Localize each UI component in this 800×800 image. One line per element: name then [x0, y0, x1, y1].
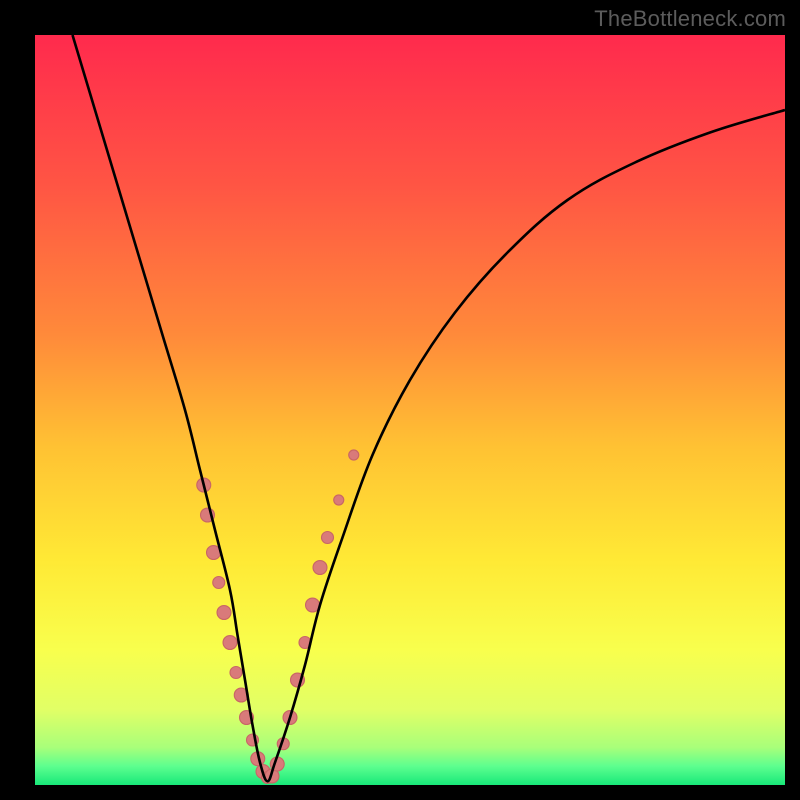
marker-dot — [313, 561, 327, 575]
marker-dot — [213, 577, 225, 589]
data-markers — [197, 450, 359, 784]
plot-area — [35, 35, 785, 785]
marker-dot — [349, 450, 359, 460]
marker-dot — [217, 606, 231, 620]
watermark-text: TheBottleneck.com — [594, 6, 786, 32]
marker-dot — [334, 495, 344, 505]
chart-frame: TheBottleneck.com — [0, 0, 800, 800]
marker-dot — [230, 667, 242, 679]
marker-dot — [322, 532, 334, 544]
marker-dot — [223, 636, 237, 650]
curve-layer — [35, 35, 785, 785]
bottleneck-curve — [73, 35, 786, 781]
